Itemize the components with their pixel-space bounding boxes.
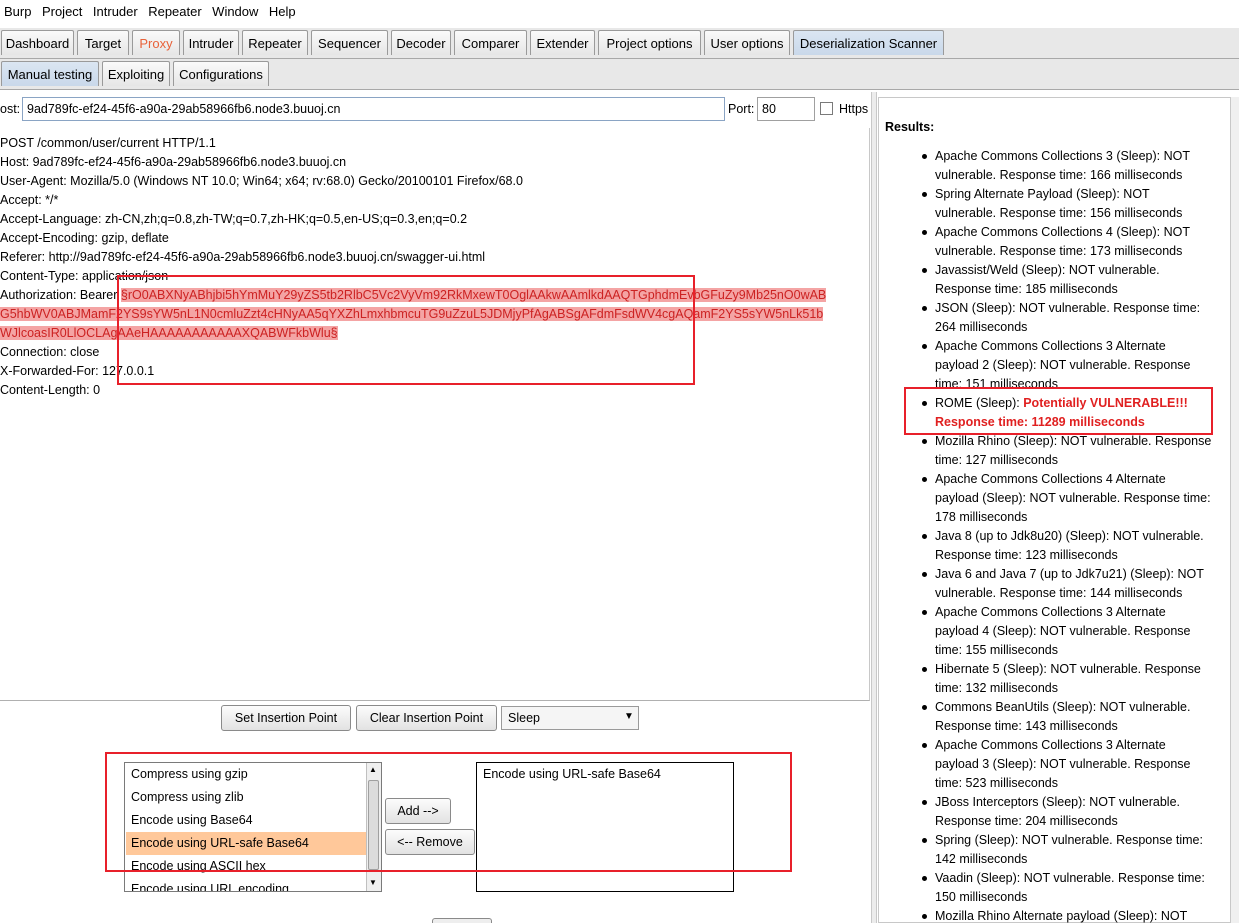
bullet-icon — [922, 306, 927, 311]
tab-target[interactable]: Target — [77, 30, 129, 55]
tab-intruder[interactable]: Intruder — [183, 30, 239, 55]
clear-insertion-point-button[interactable]: Clear Insertion Point — [356, 705, 497, 731]
tab-extender[interactable]: Extender — [530, 30, 595, 55]
tab-deserialization-scanner[interactable]: Deserialization Scanner — [793, 30, 944, 55]
menu-intruder[interactable]: Intruder — [93, 0, 138, 19]
result-item: Spring (Sleep): NOT vulnerable. Response… — [935, 833, 1203, 866]
request-line: Content-Length: 0 — [0, 383, 101, 397]
https-label: Https — [839, 102, 869, 116]
annotation-box-encoders — [105, 752, 792, 872]
results-scrollbar[interactable] — [1231, 97, 1239, 923]
partial-button[interactable] — [432, 918, 492, 923]
auth-prefix: Authorization: Bearer — [0, 288, 121, 302]
annotation-box-token — [117, 275, 695, 385]
result-item: Apache Commons Collections 3 Alternate pa… — [935, 738, 1191, 790]
results-title: Results: — [885, 120, 935, 134]
menu-window[interactable]: Window — [212, 0, 258, 19]
bullet-icon — [922, 800, 927, 805]
tab-configurations[interactable]: Configurations — [173, 61, 269, 86]
tab-comparer[interactable]: Comparer — [454, 30, 527, 55]
bullet-icon — [922, 743, 927, 748]
menu-help[interactable]: Help — [269, 0, 296, 19]
menu-bar: Burp Project Intruder Repeater Window He… — [0, 0, 1239, 24]
result-item: Vaadin (Sleep): NOT vulnerable. Response… — [935, 871, 1205, 904]
list-item[interactable]: Encode using URL encoding — [126, 878, 367, 891]
request-editor[interactable]: POST /common/user/current HTTP/1.1 Host:… — [0, 128, 870, 701]
set-insertion-point-button[interactable]: Set Insertion Point — [221, 705, 351, 731]
bullet-icon — [922, 667, 927, 672]
port-label: Port: — [728, 102, 755, 116]
bullet-icon — [922, 230, 927, 235]
bullet-icon — [922, 477, 927, 482]
tab-proxy[interactable]: Proxy — [132, 30, 180, 55]
menu-repeater[interactable]: Repeater — [148, 0, 201, 19]
tab-dashboard[interactable]: Dashboard — [1, 30, 74, 55]
request-line: Referer: http://9ad789fc-ef24-45f6-a90a-… — [0, 250, 486, 264]
bullet-icon — [922, 914, 927, 919]
tab-decoder[interactable]: Decoder — [391, 30, 451, 55]
bullet-icon — [922, 838, 927, 843]
tab-user-options[interactable]: User options — [704, 30, 790, 55]
tab-repeater[interactable]: Repeater — [242, 30, 308, 55]
bullet-icon — [922, 534, 927, 539]
request-line: Accept-Language: zh-CN,zh;q=0.8,zh-TW;q=… — [0, 212, 468, 226]
bullet-icon — [922, 192, 927, 197]
main-tab-bar: Dashboard Target Proxy Intruder Repeater… — [0, 28, 1239, 59]
bullet-icon — [922, 705, 927, 710]
bullet-icon — [922, 154, 927, 159]
result-item: JBoss Interceptors (Sleep): NOT vulnerab… — [935, 795, 1181, 828]
menu-burp[interactable]: Burp — [4, 0, 31, 19]
bullet-icon — [922, 344, 927, 349]
host-input[interactable]: 9ad789fc-ef24-45f6-a90a-29ab58966fb6.nod… — [22, 97, 725, 121]
result-item: Spring Alternate Payload (Sleep): NOT vul… — [935, 187, 1183, 220]
request-line: Accept: */* — [0, 193, 59, 207]
menu-project[interactable]: Project — [42, 0, 82, 19]
result-item: Apache Commons Collections 4 (Sleep): NO… — [935, 225, 1190, 258]
result-item: Java 8 (up to Jdk8u20) (Sleep): NOT vuln… — [935, 529, 1204, 562]
host-label: ost: — [0, 102, 21, 116]
tab-exploiting[interactable]: Exploiting — [102, 61, 170, 86]
result-item: Javassist/Weld (Sleep): NOT vulnerable. R… — [935, 263, 1160, 296]
result-item: Apache Commons Collections 3 Alternate pa… — [935, 339, 1191, 387]
request-line: Connection: close — [0, 345, 100, 359]
bullet-icon — [922, 572, 927, 577]
chevron-down-icon: ▼ — [624, 711, 634, 722]
tab-sequencer[interactable]: Sequencer — [311, 30, 388, 55]
tab-manual-testing[interactable]: Manual testing — [1, 61, 99, 86]
request-line: Accept-Encoding: gzip, deflate — [0, 231, 169, 245]
split-pane-divider[interactable] — [871, 92, 877, 923]
result-item: Mozilla Rhino Alternate payload (Sleep):… — [935, 909, 1188, 923]
result-item: Apache Commons Collections 3 (Sleep): NO… — [935, 149, 1190, 182]
request-line: Host: 9ad789fc-ef24-45f6-a90a-29ab58966f… — [0, 155, 347, 169]
result-item: Commons BeanUtils (Sleep): NOT vulnerabl… — [935, 700, 1191, 733]
result-item: Java 6 and Java 7 (up to Jdk7u21) (Sleep… — [935, 567, 1204, 600]
result-item: Apache Commons Collections 4 Alternate pa… — [935, 472, 1211, 524]
result-item: JSON (Sleep): NOT vulnerable. Response t… — [935, 301, 1201, 334]
sub-tab-bar: Manual testing Exploiting Configurations — [0, 59, 1239, 90]
bullet-icon — [922, 610, 927, 615]
tab-project-options[interactable]: Project options — [598, 30, 701, 55]
result-item: Hibernate 5 (Sleep): NOT vulnerable. Res… — [935, 662, 1201, 695]
port-input[interactable]: 80 — [757, 97, 815, 121]
request-line: User-Agent: Mozilla/5.0 (Windows NT 10.0… — [0, 174, 523, 188]
bullet-icon — [922, 439, 927, 444]
result-item: Apache Commons Collections 3 Alternate pa… — [935, 605, 1191, 657]
bullet-icon — [922, 268, 927, 273]
https-checkbox[interactable] — [820, 102, 833, 115]
result-item: Mozilla Rhino (Sleep): NOT vulnerable. R… — [935, 434, 1212, 467]
bullet-icon — [922, 876, 927, 881]
annotation-box-vulnerable — [904, 387, 1213, 435]
mode-select[interactable]: Sleep — [501, 706, 639, 730]
scroll-down-icon[interactable]: ▼ — [369, 878, 377, 887]
request-line: POST /common/user/current HTTP/1.1 — [0, 136, 216, 150]
